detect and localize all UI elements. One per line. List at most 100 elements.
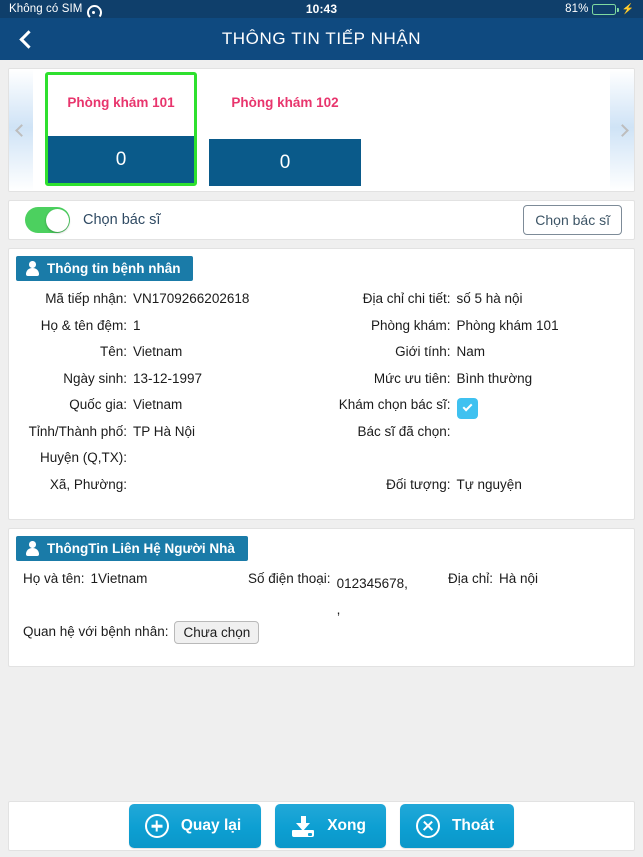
field-so-dien-thoai: Số điện thoại: 012345678, ,	[248, 571, 448, 624]
field-kham-chon-bac-si: Khám chọn bác sĩ:	[322, 397, 635, 424]
carrier-label: Không có SIM	[9, 3, 83, 15]
battery-icon	[592, 3, 619, 15]
rooms-carousel: Phòng khám 101 0 Phòng khám 102 0	[8, 68, 635, 192]
field-value: VN1709266202618	[133, 291, 250, 306]
field-bac-si-da-chon: Bác sĩ đã chọn:	[322, 424, 635, 451]
field-label: Giới tính:	[395, 344, 451, 359]
field-label: Mã tiếp nhận:	[45, 291, 127, 306]
field-tinh-thanh-pho: Tỉnh/Thành phố: TP Hà Nội	[9, 424, 322, 451]
field-label: Tỉnh/Thành phố:	[28, 423, 127, 439]
field-label: Phòng khám:	[370, 317, 451, 333]
carousel-next-button[interactable]	[610, 69, 634, 191]
field-value: 012345678, ,	[337, 571, 408, 624]
patient-info-section-title: Thông tin bệnh nhân	[47, 261, 181, 276]
back-action-label: Quay lại	[180, 817, 242, 834]
lightning-bolt-icon: ⚡	[621, 3, 635, 15]
family-contact-section-title: ThôngTin Liên Hệ Người Nhà	[47, 541, 235, 556]
choose-doctor-button[interactable]: Chọn bác sĩ	[523, 205, 622, 235]
field-huyen: Huyện (Q,TX):	[9, 450, 322, 477]
field-value: số 5 hà nội	[456, 291, 523, 306]
field-value	[456, 397, 635, 419]
battery-percent-label: 81%	[565, 3, 589, 15]
field-doi-tuong: Đối tượng: Tự nguyện	[322, 477, 635, 504]
field-label: Số điện thoại:	[248, 571, 331, 586]
phone-line-1: 012345678,	[336, 576, 408, 591]
field-value: Bình thường	[456, 370, 533, 386]
field-dia-chi-chi-tiet: Địa chỉ chi tiết: số 5 hà nội	[322, 291, 635, 318]
field-spacer	[322, 450, 635, 477]
field-label: Xã, Phường:	[49, 476, 127, 492]
status-bar-right: 81% ⚡	[337, 3, 634, 15]
room-name: Phòng khám 102	[231, 95, 339, 110]
person-icon	[26, 261, 39, 276]
field-gioi-tinh: Giới tính: Nam	[322, 344, 635, 371]
family-contact-card: ThôngTin Liên Hệ Người Nhà Họ và tên: 1V…	[8, 528, 635, 667]
field-dia-chi: Địa chỉ: Hà nội	[448, 571, 538, 586]
field-label: Ngày sinh:	[63, 370, 127, 386]
exit-action-label: Thoát	[451, 817, 495, 834]
field-value: Phòng khám 101	[456, 317, 559, 333]
exit-action-button[interactable]: Thoát	[399, 804, 515, 848]
chevron-right-icon	[615, 123, 629, 137]
done-action-label: Xong	[327, 817, 366, 834]
room-count: 0	[48, 136, 194, 183]
room-count: 0	[209, 139, 361, 186]
room-card[interactable]: Phòng khám 101 0	[45, 72, 197, 186]
field-label: Địa chỉ chi tiết:	[362, 291, 451, 306]
field-phong-kham: Phòng khám: Phòng khám 101	[322, 318, 635, 345]
kham-chon-bac-si-checkbox[interactable]	[456, 397, 478, 419]
contact-row-relation: Quan hệ với bệnh nhân: Chưa chọn	[23, 620, 634, 650]
chevron-left-icon	[18, 29, 38, 49]
field-label: Tên:	[99, 344, 127, 359]
status-bar-left: Không có SIM	[9, 3, 306, 15]
rooms-track: Phòng khám 101 0 Phòng khám 102 0	[33, 69, 610, 191]
field-muc-uu-tien: Mức ưu tiên: Bình thường	[322, 371, 635, 398]
field-value	[457, 450, 635, 466]
field-label: Họ và tên:	[23, 571, 85, 586]
patient-info-section-header: Thông tin bệnh nhân	[16, 256, 194, 281]
choose-doctor-toggle[interactable]	[25, 207, 70, 233]
carousel-prev-button[interactable]	[9, 69, 33, 191]
status-bar-clock: 10:43	[305, 2, 338, 16]
contact-row-primary: Họ và tên: 1Vietnam Số điện thoại: 01234…	[23, 571, 634, 624]
field-value: Hà nội	[499, 571, 539, 586]
field-label: Quan hệ với bệnh nhân:	[23, 623, 169, 639]
wifi-icon	[87, 4, 100, 15]
field-label: Đối tượng:	[386, 476, 451, 492]
navigation-bar: THÔNG TIN TIẾP NHẬN	[0, 18, 643, 60]
field-ho-va-ten: Họ và tên: 1Vietnam	[23, 571, 248, 586]
field-value: 1Vietnam	[90, 571, 148, 586]
status-bar: Không có SIM 10:43 81% ⚡	[0, 0, 643, 18]
back-button[interactable]	[0, 18, 52, 60]
field-value	[133, 477, 322, 493]
field-value: Tự nguyện	[456, 476, 522, 492]
field-quoc-gia: Quốc gia: Vietnam	[9, 397, 322, 424]
field-value: TP Hà Nội	[133, 423, 196, 439]
field-value: Vietnam	[133, 397, 183, 412]
relation-select-button[interactable]: Chưa chọn	[174, 620, 260, 644]
done-action-button[interactable]: Xong	[275, 804, 386, 848]
field-ngay-sinh: Ngày sinh: 13-12-1997	[9, 371, 322, 398]
field-value: Nam	[456, 344, 486, 359]
toggle-knob	[45, 208, 69, 232]
patient-info-card: Thông tin bệnh nhân Mã tiếp nhận: VN1709…	[8, 248, 635, 520]
plus-circle-icon	[144, 814, 169, 838]
field-xa-phuong: Xã, Phường:	[9, 477, 322, 504]
field-label: Huyện (Q,TX):	[39, 450, 127, 465]
back-action-button[interactable]: Quay lại	[128, 804, 262, 848]
field-value: 13-12-1997	[133, 370, 203, 386]
room-card[interactable]: Phòng khám 102 0	[209, 72, 361, 186]
patient-fields: Mã tiếp nhận: VN1709266202618 Họ & tên đ…	[9, 281, 634, 519]
chevron-left-icon	[14, 123, 28, 137]
field-value: Vietnam	[133, 344, 183, 359]
patient-fields-left-column: Mã tiếp nhận: VN1709266202618 Họ & tên đ…	[9, 291, 322, 503]
close-circle-icon	[415, 814, 440, 838]
field-label: Mức ưu tiên:	[373, 370, 451, 386]
field-ten: Tên: Vietnam	[9, 344, 322, 371]
field-quan-he: Quan hệ với bệnh nhân: Chưa chọn	[23, 620, 260, 644]
check-icon	[462, 401, 472, 412]
field-value	[457, 424, 635, 440]
footer-action-bar: Quay lại Xong Thoát	[8, 801, 635, 851]
field-label: Địa chỉ:	[448, 571, 494, 586]
person-icon	[26, 541, 39, 556]
